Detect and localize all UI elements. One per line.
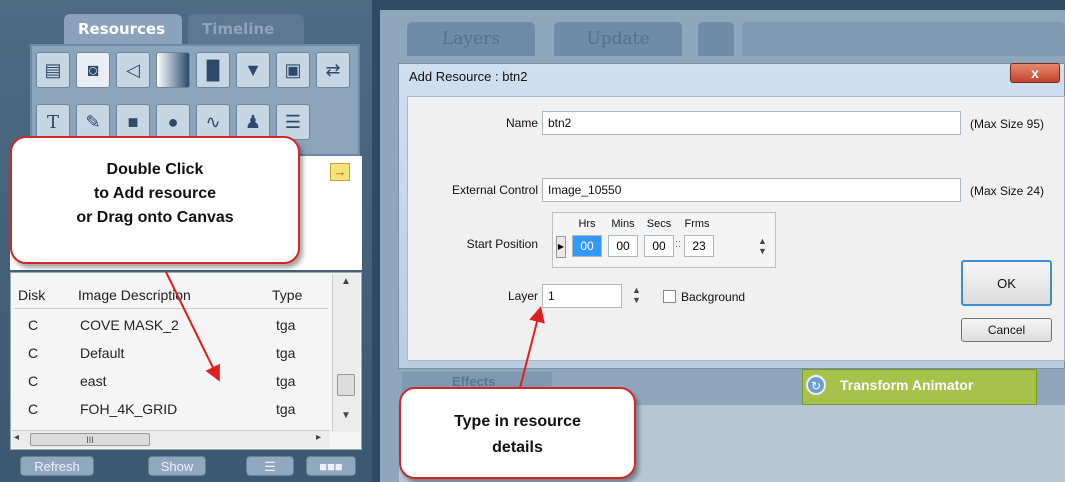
arrow-to-layer (519, 306, 545, 389)
arrow-to-list (165, 271, 220, 382)
annotation-arrows (165, 271, 545, 389)
